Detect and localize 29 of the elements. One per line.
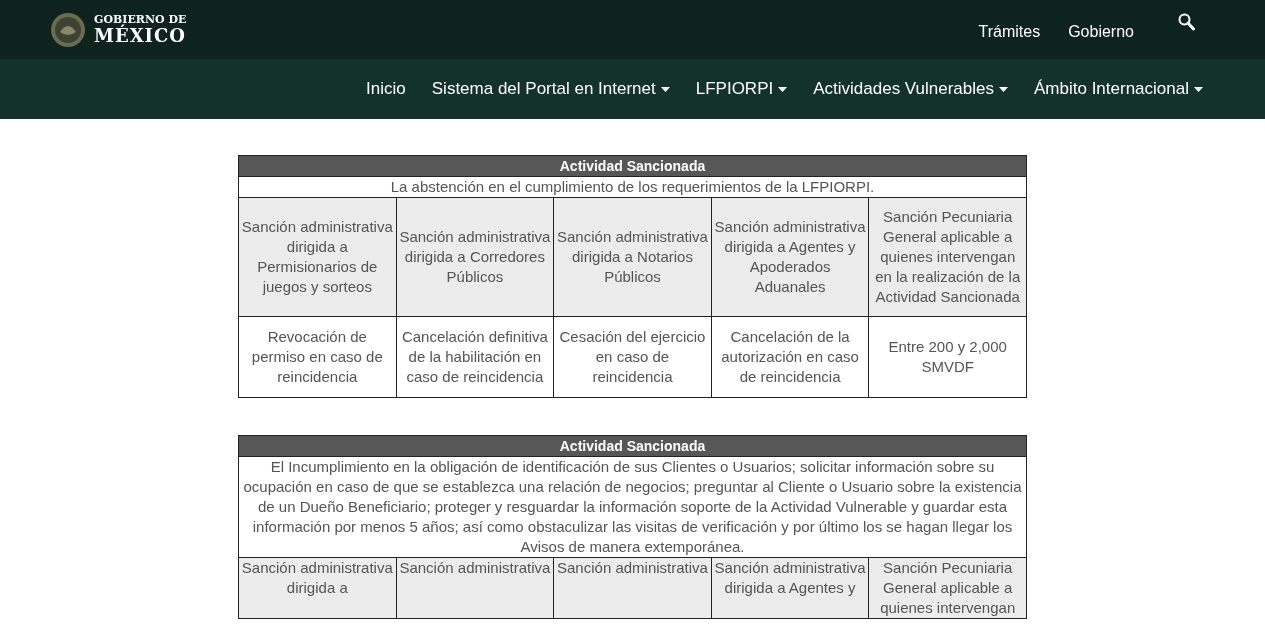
column-header: Sanción Pecuniaria General aplicable a quienes intervengan: [868, 557, 1027, 619]
column-header: Sanción administrativa dirigida a Corredores Públicos: [396, 197, 554, 317]
column-header: Sanción administrativa: [396, 557, 554, 619]
table-cell: Revocación de permiso en caso de reincidencia: [238, 316, 397, 398]
table-cell: Entre 200 y 2,000 SMVDF: [868, 316, 1027, 398]
table-description: El Incumplimiento en la obligación de identificación de sus Clientes o Usuarios; solicitar información sobre su ocupación en caso de que se establezca una relación de negocios; preguntar al Cliente o Usuario sobre la existencia de un Dueño Beneficiario; proteger y resguardar la información soporte de la Actividad Vulnerable y guardar esta información por menos 5 años; así como obstaculizar las visitas de verificación y por último los se hagan llegar los Avisos de manera extemporánea.: [238, 456, 1027, 558]
table-cell: Cancelación de la autorización en caso de reincidencia: [711, 316, 869, 398]
header-link[interactable]: Gobierno: [1068, 22, 1134, 41]
table-description: La abstención en el cumplimiento de los requerimientos de la LFPIORPI.: [238, 176, 1027, 198]
emblem-icon: [50, 11, 86, 48]
column-header: Sanción administrativa dirigida a Notarios Públicos: [553, 197, 712, 317]
nav-link[interactable]: LFPIORPI: [695, 79, 788, 99]
column-header: Sanción administrativa dirigida a: [238, 557, 397, 619]
table-title: Actividad Sancionada: [238, 155, 1027, 177]
table-title: Actividad Sancionada: [238, 435, 1027, 457]
column-header: Sanción Pecuniaria General aplicable a quienes intervengan en la realización de la Actividad Sancionada: [868, 197, 1027, 317]
nav-link[interactable]: Inicio: [366, 79, 406, 99]
nav-link[interactable]: Actividades Vulnerables: [813, 79, 1008, 99]
column-header: Sanción administrativa dirigida a Agentes y: [711, 557, 869, 619]
logo-text[interactable]: GOBIERNO DE: [94, 14, 187, 25]
table-cell: Cesación del ejercicio en caso de reincidencia: [553, 316, 712, 398]
search-icon[interactable]: [1178, 12, 1195, 31]
nav-link[interactable]: Sistema del Portal en Internet: [431, 79, 670, 99]
nav-link[interactable]: Ámbito Internacional: [1034, 79, 1203, 99]
column-header: Sanción administrativa: [553, 557, 712, 619]
header-link[interactable]: Trámites: [978, 22, 1041, 41]
table-cell: Cancelación definitiva de la habilitación en caso de reincidencia: [396, 316, 554, 398]
column-header: Sanción administrativa dirigida a Permisionarios de juegos y sorteos: [238, 197, 397, 317]
column-header: Sanción administrativa dirigida a Agentes y Apoderados Aduanales: [711, 197, 869, 317]
